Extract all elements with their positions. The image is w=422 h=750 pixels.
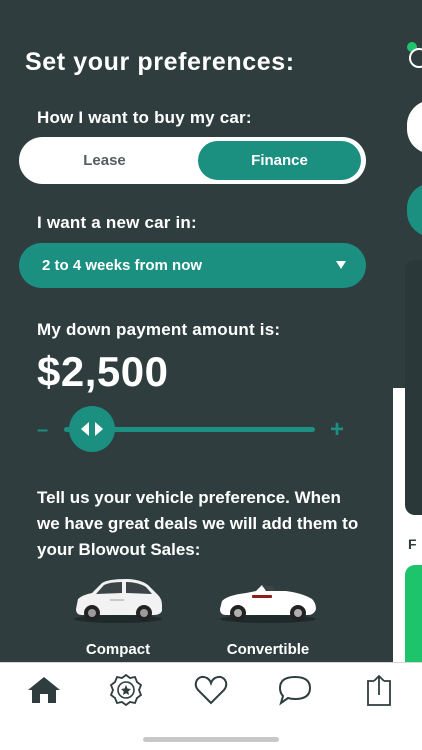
- background-toggle[interactable]: [407, 100, 422, 154]
- lease-option[interactable]: Lease: [23, 141, 186, 180]
- timing-select[interactable]: 2 to 4 weeks from now: [19, 243, 366, 288]
- chat-bubble-icon: [278, 675, 312, 706]
- vehicle-type-compact[interactable]: Compact: [63, 575, 173, 658]
- timing-label: I want a new car in:: [37, 213, 197, 232]
- home-indicator[interactable]: [143, 737, 279, 742]
- buy-method-toggle[interactable]: Lease Finance: [19, 137, 366, 184]
- tab-home[interactable]: [24, 673, 64, 707]
- share-icon: [367, 674, 391, 706]
- tab-deals[interactable]: [106, 673, 146, 707]
- convertible-label: Convertible: [226, 641, 310, 658]
- compact-car-icon: [74, 579, 162, 623]
- timing-select-value: 2 to 4 weeks from now: [42, 257, 203, 274]
- tab-messages[interactable]: [275, 673, 315, 707]
- slider-arrows-icon: [80, 422, 103, 436]
- compact-label: Compact: [85, 641, 151, 658]
- dropdown-caret-icon: [336, 261, 346, 269]
- badge-icon: [109, 673, 143, 707]
- home-icon: [28, 677, 60, 703]
- down-payment-amount: $2,500: [37, 348, 169, 395]
- finance-option[interactable]: Finance: [198, 141, 361, 180]
- tab-favorites[interactable]: [191, 673, 231, 707]
- vehicle-preference-prompt: Tell us your vehicle preference. When we…: [37, 488, 359, 559]
- decrease-button[interactable]: –: [37, 419, 48, 442]
- background-app: F: [393, 0, 422, 662]
- background-button[interactable]: [407, 183, 422, 237]
- convertible-car-icon: [220, 585, 316, 623]
- down-payment-label: My down payment amount is:: [37, 320, 281, 339]
- settings-gear-icon[interactable]: [409, 48, 422, 68]
- heart-icon: [194, 675, 228, 705]
- buy-method-label: How I want to buy my car:: [37, 108, 252, 127]
- increase-button[interactable]: +: [330, 416, 344, 444]
- page-title: Set your preferences:: [25, 48, 295, 76]
- tab-share[interactable]: [359, 673, 399, 707]
- down-payment-slider-thumb[interactable]: [68, 406, 115, 452]
- background-green-card[interactable]: [405, 565, 422, 662]
- vehicle-type-convertible[interactable]: Convertible: [213, 575, 323, 658]
- preferences-panel: Set your preferences: How I want to buy …: [0, 0, 393, 662]
- background-card: [405, 260, 422, 515]
- background-heading-letter: F: [408, 536, 417, 552]
